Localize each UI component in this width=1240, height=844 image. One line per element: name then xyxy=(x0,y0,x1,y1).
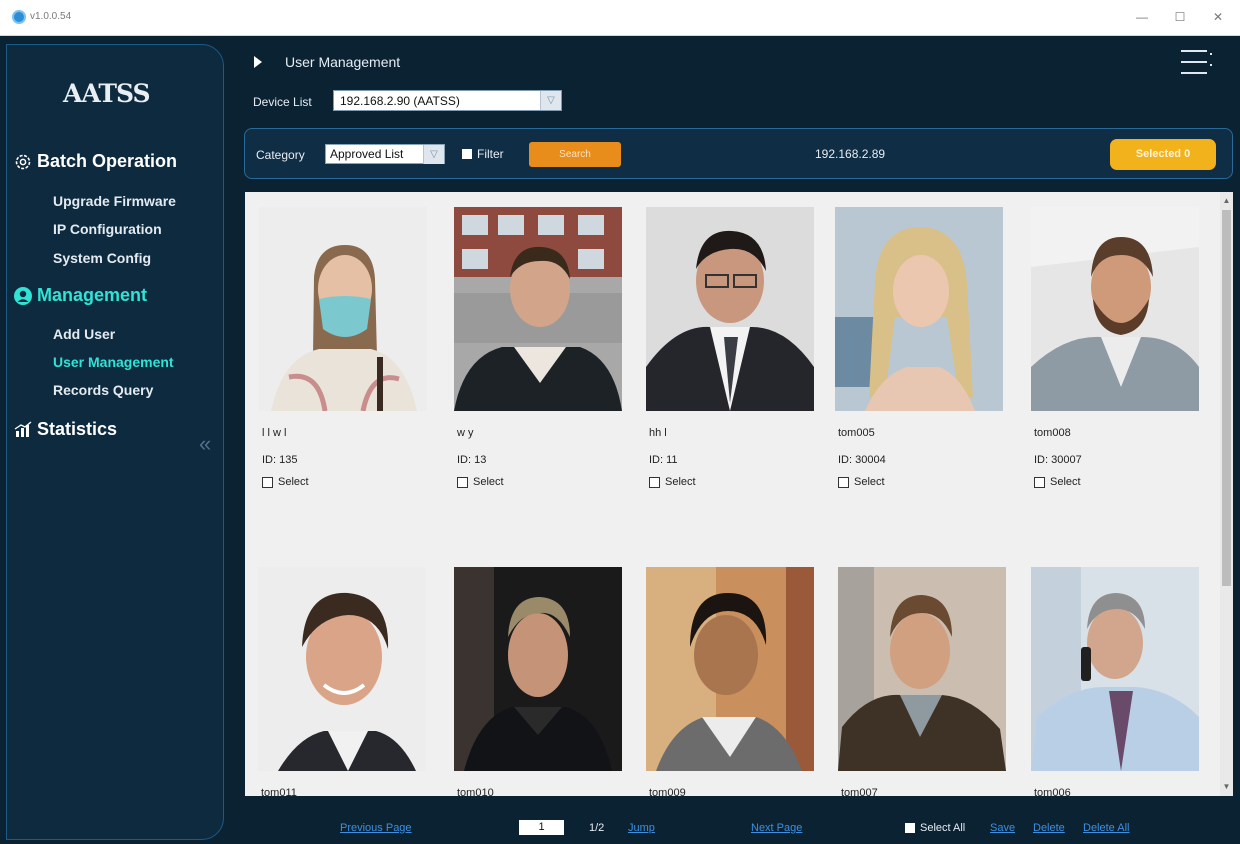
chart-icon xyxy=(14,421,32,437)
chevron-down-icon[interactable]: ▽ xyxy=(540,91,561,110)
page-number-input[interactable]: 1 xyxy=(519,820,564,835)
save-link[interactable]: Save xyxy=(990,822,1015,834)
device-list-label: Device List xyxy=(253,95,312,109)
user-name: tom010 xyxy=(457,787,494,796)
logo: AATSS xyxy=(63,79,151,108)
title-bar: v1.0.0.54 — ☐ ✕ xyxy=(0,0,1240,36)
collapse-sidebar-icon[interactable]: « xyxy=(199,431,211,457)
select-all-label: Select All xyxy=(920,822,966,834)
user-name: w y xyxy=(457,427,474,439)
select-checkbox[interactable]: Select xyxy=(649,476,696,488)
scroll-thumb[interactable] xyxy=(1222,210,1231,586)
previous-page-link[interactable]: Previous Page xyxy=(340,822,412,834)
device-list-select[interactable]: 192.168.2.90 (AATSS) ▽ xyxy=(333,90,562,111)
delete-link[interactable]: Delete xyxy=(1033,822,1065,834)
sidebar-item-records-query[interactable]: Records Query xyxy=(53,382,153,398)
user-name: tom006 xyxy=(1034,787,1071,796)
nav-section-statistics[interactable]: Statistics xyxy=(13,419,117,440)
breadcrumb-arrow-icon xyxy=(254,56,262,68)
nav-section-label: Batch Operation xyxy=(37,151,178,171)
minimize-button[interactable]: — xyxy=(1132,8,1152,26)
select-label: Select xyxy=(1050,476,1081,488)
select-label: Select xyxy=(854,476,885,488)
jump-link[interactable]: Jump xyxy=(628,822,655,834)
sidebar-item-add-user[interactable]: Add User xyxy=(53,326,115,342)
user-name: tom011 xyxy=(261,787,297,796)
user-id: ID: 11 xyxy=(649,454,678,466)
gear-icon xyxy=(15,154,31,169)
user-photo[interactable] xyxy=(646,207,814,411)
select-label: Select xyxy=(278,476,309,488)
sidebar: AATSS Batch Operation Upgrade Firmware I… xyxy=(6,44,224,840)
grid-scrollbar[interactable]: ▲ ▼ xyxy=(1220,192,1233,796)
category-label: Category xyxy=(256,148,305,162)
select-checkbox[interactable]: Select xyxy=(457,476,504,488)
user-name: tom005 xyxy=(838,427,875,439)
user-photo[interactable] xyxy=(258,567,426,771)
user-name: l l w l xyxy=(262,427,287,439)
user-photo[interactable] xyxy=(454,567,622,771)
device-list-value: 192.168.2.90 (AATSS) xyxy=(340,94,460,108)
select-label: Select xyxy=(665,476,696,488)
version-label: v1.0.0.54 xyxy=(30,11,72,22)
sidebar-item-system-config[interactable]: System Config xyxy=(53,250,151,266)
delete-all-link[interactable]: Delete All xyxy=(1083,822,1129,834)
user-name: hh l xyxy=(649,427,667,439)
category-value: Approved List xyxy=(330,147,404,161)
select-all-checkbox[interactable] xyxy=(905,823,915,833)
select-checkbox[interactable]: Select xyxy=(1034,476,1081,488)
nav-section-label: Management xyxy=(37,285,148,305)
close-button[interactable]: ✕ xyxy=(1208,8,1228,26)
user-photo[interactable] xyxy=(1031,567,1199,771)
user-photo[interactable] xyxy=(259,207,427,411)
selected-count-button[interactable]: Selected 0 xyxy=(1110,139,1216,170)
user-photo[interactable] xyxy=(1031,207,1199,411)
select-checkbox[interactable]: Select xyxy=(838,476,885,488)
user-photo[interactable] xyxy=(454,207,622,411)
user-photo[interactable] xyxy=(838,567,1006,771)
user-photo[interactable] xyxy=(835,207,1003,411)
category-select[interactable]: Approved List ▽ xyxy=(325,144,445,164)
maximize-button[interactable]: ☐ xyxy=(1170,8,1190,26)
page-total-text: 1/2 xyxy=(589,822,605,834)
user-id: ID: 30007 xyxy=(1034,454,1082,466)
select-checkbox[interactable]: Select xyxy=(262,476,309,488)
user-grid: l l w l ID: 135 Select w y ID: 13 Select… xyxy=(245,192,1233,796)
filter-checkbox[interactable] xyxy=(462,149,472,159)
hamburger-menu-icon[interactable] xyxy=(1181,49,1213,75)
sidebar-item-user-management[interactable]: User Management xyxy=(53,354,174,370)
page-title: User Management xyxy=(285,54,401,70)
nav-section-label: Statistics xyxy=(37,419,118,439)
scroll-up-icon[interactable]: ▲ xyxy=(1220,194,1233,208)
app-icon xyxy=(12,10,26,24)
scroll-down-icon[interactable]: ▼ xyxy=(1220,780,1233,794)
user-name: tom007 xyxy=(841,787,878,796)
filter-label: Filter xyxy=(477,147,504,161)
user-name: tom009 xyxy=(649,787,686,796)
sidebar-item-upgrade-firmware[interactable]: Upgrade Firmware xyxy=(53,193,176,209)
select-label: Select xyxy=(473,476,504,488)
filter-bar: Category Approved List ▽ Filter Search 1… xyxy=(244,128,1233,179)
user-id: ID: 30004 xyxy=(838,454,886,466)
sidebar-item-ip-configuration[interactable]: IP Configuration xyxy=(53,221,162,237)
user-icon xyxy=(14,286,32,305)
chevron-down-icon[interactable]: ▽ xyxy=(423,145,444,164)
next-page-link[interactable]: Next Page xyxy=(751,822,802,834)
nav-section-management[interactable]: Management xyxy=(13,285,147,306)
user-id: ID: 13 xyxy=(457,454,487,466)
user-id: ID: 135 xyxy=(262,454,298,466)
user-name: tom008 xyxy=(1034,427,1071,439)
search-button[interactable]: Search xyxy=(529,142,621,167)
nav-section-batch-operation[interactable]: Batch Operation xyxy=(13,151,177,172)
user-photo[interactable] xyxy=(646,567,814,771)
device-ip-text: 192.168.2.89 xyxy=(815,147,886,161)
